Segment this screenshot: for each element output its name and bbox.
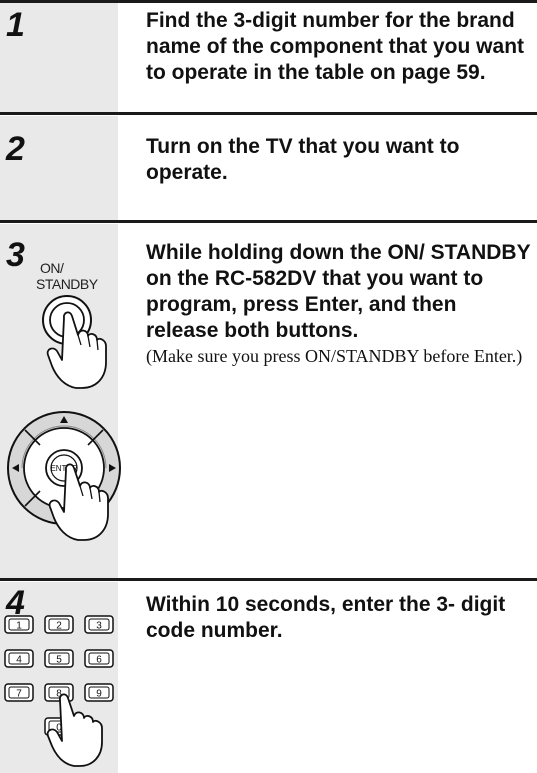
- keypad-key-label: 6: [96, 655, 102, 666]
- number-keypad-icon: 1 2 34 5 67 8 90: [4, 615, 114, 767]
- keypad-key-label: 5: [56, 655, 62, 666]
- keypad-key: 3: [84, 615, 114, 634]
- keypad-key: 4: [4, 649, 34, 668]
- keypad-key: 7: [4, 683, 34, 702]
- keypad-key: 9: [84, 683, 114, 702]
- step-note: (Make sure you press ON/STANDBY before E…: [146, 346, 523, 366]
- step-instruction: Turn on the TV that you want to operate.: [146, 135, 460, 184]
- step-instruction: Within 10 seconds, enter the 3- digit co…: [146, 593, 506, 642]
- keypad-key-label: 3: [96, 621, 102, 632]
- keypad-key-label: 9: [96, 689, 102, 700]
- keypad-key: 1: [4, 615, 34, 634]
- step-instruction: Find the 3-digit number for the brand na…: [146, 9, 525, 84]
- keypad-key-label: 4: [16, 655, 22, 666]
- keypad-key-label: 2: [56, 621, 62, 632]
- keypad-key-label: 1: [16, 621, 22, 632]
- keypad-key: 2: [44, 615, 74, 634]
- step-instruction: While holding down the ON/ STANDBY on th…: [146, 241, 531, 342]
- keypad-key-label: 7: [16, 689, 22, 700]
- keypad-key: 5: [44, 649, 74, 668]
- pointing-hand-icon: [46, 693, 103, 767]
- keypad-key: 6: [84, 649, 114, 668]
